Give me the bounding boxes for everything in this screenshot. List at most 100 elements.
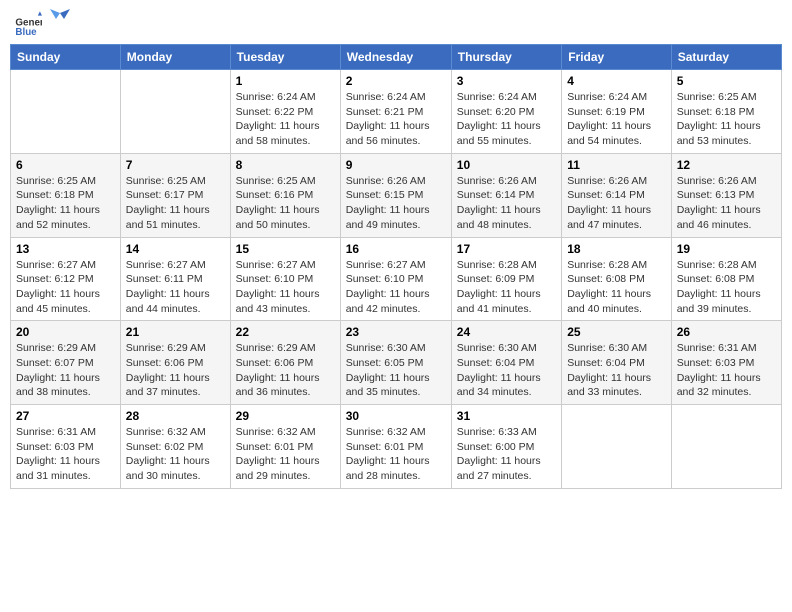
day-number: 25 <box>567 325 666 339</box>
calendar-cell: 18 Sunrise: 6:28 AM Sunset: 6:08 PM Dayli… <box>562 237 672 321</box>
calendar-cell: 19 Sunrise: 6:28 AM Sunset: 6:08 PM Dayli… <box>671 237 781 321</box>
day-info: Sunrise: 6:25 AM Sunset: 6:18 PM Dayligh… <box>677 90 776 149</box>
day-info: Sunrise: 6:28 AM Sunset: 6:08 PM Dayligh… <box>567 258 666 317</box>
day-info: Sunrise: 6:28 AM Sunset: 6:08 PM Dayligh… <box>677 258 776 317</box>
weekday-header: Thursday <box>451 45 561 70</box>
calendar-cell: 17Sunrise: 6:28 AM Sunset: 6:09 PM Dayli… <box>451 237 561 321</box>
day-info: Sunrise: 6:30 AM Sunset: 6:04 PM Dayligh… <box>567 341 666 400</box>
calendar-week-row: 13Sunrise: 6:27 AM Sunset: 6:12 PM Dayli… <box>11 237 782 321</box>
calendar-cell: 8 Sunrise: 6:25 AM Sunset: 6:16 PM Daylig… <box>230 153 340 237</box>
calendar-cell: 30 Sunrise: 6:32 AM Sunset: 6:01 PM Dayli… <box>340 405 451 489</box>
day-number: 19 <box>677 242 776 256</box>
day-number: 27 <box>16 409 115 423</box>
calendar-cell: 24 Sunrise: 6:30 AM Sunset: 6:04 PM Dayli… <box>451 321 561 405</box>
logo: General Blue <box>14 10 70 38</box>
day-number: 12 <box>677 158 776 172</box>
day-info: Sunrise: 6:25 AM Sunset: 6:18 PM Dayligh… <box>16 174 115 233</box>
day-number: 30 <box>346 409 446 423</box>
day-info: Sunrise: 6:24 AM Sunset: 6:20 PM Dayligh… <box>457 90 556 149</box>
logo-bird-icon <box>50 9 70 29</box>
day-info: Sunrise: 6:27 AM Sunset: 6:10 PM Dayligh… <box>346 258 446 317</box>
day-number: 5 <box>677 74 776 88</box>
day-info: Sunrise: 6:32 AM Sunset: 6:01 PM Dayligh… <box>346 425 446 484</box>
day-number: 23 <box>346 325 446 339</box>
day-info: Sunrise: 6:30 AM Sunset: 6:05 PM Dayligh… <box>346 341 446 400</box>
calendar-week-row: 20Sunrise: 6:29 AM Sunset: 6:07 PM Dayli… <box>11 321 782 405</box>
day-info: Sunrise: 6:33 AM Sunset: 6:00 PM Dayligh… <box>457 425 556 484</box>
day-number: 16 <box>346 242 446 256</box>
day-number: 10 <box>457 158 556 172</box>
day-info: Sunrise: 6:29 AM Sunset: 6:06 PM Dayligh… <box>236 341 335 400</box>
calendar-cell: 2Sunrise: 6:24 AM Sunset: 6:21 PM Daylig… <box>340 70 451 154</box>
day-info: Sunrise: 6:26 AM Sunset: 6:15 PM Dayligh… <box>346 174 446 233</box>
calendar-cell: 5 Sunrise: 6:25 AM Sunset: 6:18 PM Daylig… <box>671 70 781 154</box>
calendar-cell: 22 Sunrise: 6:29 AM Sunset: 6:06 PM Dayli… <box>230 321 340 405</box>
calendar-week-row: 27 Sunrise: 6:31 AM Sunset: 6:03 PM Dayli… <box>11 405 782 489</box>
calendar-cell: 27 Sunrise: 6:31 AM Sunset: 6:03 PM Dayli… <box>11 405 121 489</box>
day-number: 8 <box>236 158 335 172</box>
calendar-cell: 31 Sunrise: 6:33 AM Sunset: 6:00 PM Dayli… <box>451 405 561 489</box>
calendar-cell: 28Sunrise: 6:32 AM Sunset: 6:02 PM Dayli… <box>120 405 230 489</box>
calendar-cell: 13Sunrise: 6:27 AM Sunset: 6:12 PM Dayli… <box>11 237 121 321</box>
day-number: 28 <box>126 409 225 423</box>
calendar-cell: 25 Sunrise: 6:30 AM Sunset: 6:04 PM Dayli… <box>562 321 672 405</box>
day-number: 21 <box>126 325 225 339</box>
svg-text:Blue: Blue <box>15 27 37 38</box>
day-number: 9 <box>346 158 446 172</box>
calendar-cell: 11 Sunrise: 6:26 AM Sunset: 6:14 PM Dayli… <box>562 153 672 237</box>
calendar-cell: 1 Sunrise: 6:24 AM Sunset: 6:22 PM Daylig… <box>230 70 340 154</box>
calendar-cell: 14 Sunrise: 6:27 AM Sunset: 6:11 PM Dayli… <box>120 237 230 321</box>
day-info: Sunrise: 6:24 AM Sunset: 6:19 PM Dayligh… <box>567 90 666 149</box>
day-number: 2 <box>346 74 446 88</box>
day-info: Sunrise: 6:26 AM Sunset: 6:14 PM Dayligh… <box>457 174 556 233</box>
calendar-cell: 21 Sunrise: 6:29 AM Sunset: 6:06 PM Dayli… <box>120 321 230 405</box>
day-info: Sunrise: 6:25 AM Sunset: 6:16 PM Dayligh… <box>236 174 335 233</box>
day-number: 18 <box>567 242 666 256</box>
day-info: Sunrise: 6:26 AM Sunset: 6:13 PM Dayligh… <box>677 174 776 233</box>
day-number: 4 <box>567 74 666 88</box>
day-number: 3 <box>457 74 556 88</box>
calendar-cell <box>562 405 672 489</box>
day-info: Sunrise: 6:27 AM Sunset: 6:11 PM Dayligh… <box>126 258 225 317</box>
day-number: 26 <box>677 325 776 339</box>
day-info: Sunrise: 6:29 AM Sunset: 6:06 PM Dayligh… <box>126 341 225 400</box>
day-number: 11 <box>567 158 666 172</box>
weekday-header: Wednesday <box>340 45 451 70</box>
day-number: 31 <box>457 409 556 423</box>
calendar-cell: 15 Sunrise: 6:27 AM Sunset: 6:10 PM Dayli… <box>230 237 340 321</box>
day-info: Sunrise: 6:24 AM Sunset: 6:22 PM Dayligh… <box>236 90 335 149</box>
calendar-header-row: SundayMondayTuesdayWednesdayThursdayFrid… <box>11 45 782 70</box>
day-info: Sunrise: 6:31 AM Sunset: 6:03 PM Dayligh… <box>16 425 115 484</box>
calendar-cell: 7Sunrise: 6:25 AM Sunset: 6:17 PM Daylig… <box>120 153 230 237</box>
logo-icon: General Blue <box>14 10 42 38</box>
day-number: 1 <box>236 74 335 88</box>
day-number: 14 <box>126 242 225 256</box>
day-info: Sunrise: 6:27 AM Sunset: 6:10 PM Dayligh… <box>236 258 335 317</box>
calendar-cell <box>671 405 781 489</box>
day-number: 6 <box>16 158 115 172</box>
day-info: Sunrise: 6:26 AM Sunset: 6:14 PM Dayligh… <box>567 174 666 233</box>
day-number: 29 <box>236 409 335 423</box>
weekday-header: Friday <box>562 45 672 70</box>
calendar-cell: 29 Sunrise: 6:32 AM Sunset: 6:01 PM Dayli… <box>230 405 340 489</box>
weekday-header: Sunday <box>11 45 121 70</box>
calendar-cell: 6 Sunrise: 6:25 AM Sunset: 6:18 PM Daylig… <box>11 153 121 237</box>
day-number: 7 <box>126 158 225 172</box>
day-number: 17 <box>457 242 556 256</box>
calendar-cell: 20Sunrise: 6:29 AM Sunset: 6:07 PM Dayli… <box>11 321 121 405</box>
day-number: 24 <box>457 325 556 339</box>
day-info: Sunrise: 6:32 AM Sunset: 6:01 PM Dayligh… <box>236 425 335 484</box>
calendar-cell: 12 Sunrise: 6:26 AM Sunset: 6:13 PM Dayli… <box>671 153 781 237</box>
calendar-cell: 26Sunrise: 6:31 AM Sunset: 6:03 PM Dayli… <box>671 321 781 405</box>
calendar-cell: 10 Sunrise: 6:26 AM Sunset: 6:14 PM Dayli… <box>451 153 561 237</box>
calendar-cell <box>120 70 230 154</box>
weekday-header: Tuesday <box>230 45 340 70</box>
weekday-header: Monday <box>120 45 230 70</box>
day-number: 22 <box>236 325 335 339</box>
weekday-header: Saturday <box>671 45 781 70</box>
day-number: 15 <box>236 242 335 256</box>
calendar-cell: 4 Sunrise: 6:24 AM Sunset: 6:19 PM Daylig… <box>562 70 672 154</box>
day-info: Sunrise: 6:30 AM Sunset: 6:04 PM Dayligh… <box>457 341 556 400</box>
calendar-table: SundayMondayTuesdayWednesdayThursdayFrid… <box>10 44 782 489</box>
day-number: 20 <box>16 325 115 339</box>
